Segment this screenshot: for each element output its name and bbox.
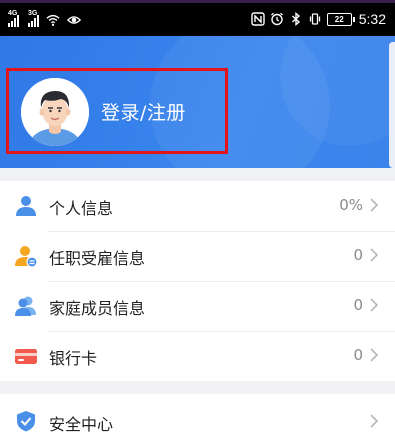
signal-strength-icon-2: 3G — [28, 10, 39, 27]
list-item-label: 银行卡 — [49, 349, 98, 368]
list-item-value: 0% — [339, 196, 363, 214]
default-avatar-icon — [21, 78, 89, 146]
eye-icon — [66, 16, 82, 24]
chevron-right-icon — [370, 198, 379, 212]
list-item-label: 安全中心 — [49, 415, 114, 434]
list-item-label: 家庭成员信息 — [49, 299, 146, 318]
list-item-family-info[interactable]: 家庭成员信息 0 — [0, 281, 395, 331]
list-item-personal-info[interactable]: 个人信息 0% — [0, 181, 395, 231]
list-item-value: 0 — [353, 246, 363, 264]
status-bar: 4G 3G 22 5:32 — [0, 0, 395, 36]
vibrate-icon — [309, 13, 320, 25]
family-icon — [15, 296, 36, 316]
chevron-right-icon — [370, 414, 379, 428]
bank-card-icon — [15, 349, 37, 364]
battery-level: 22 — [334, 14, 344, 24]
list-item-label: 任职受雇信息 — [49, 249, 146, 268]
wifi-icon — [46, 14, 60, 26]
profile-header: 登录/注册 — [0, 36, 395, 168]
status-bar-left: 4G 3G — [8, 10, 82, 27]
shield-icon — [17, 411, 35, 432]
employment-icon — [15, 246, 37, 267]
mobile-screen: 4G 3G 22 5:32 登录/注册 个人信息 0% 任职受雇信息 0 家庭成… — [0, 0, 395, 447]
security-section: 安全中心 — [0, 394, 395, 447]
nfc-icon — [251, 12, 265, 26]
alarm-icon — [270, 12, 283, 26]
bluetooth-icon — [291, 12, 300, 26]
chevron-right-icon — [370, 248, 379, 262]
person-icon — [16, 196, 36, 216]
signal-tag-1: 4G — [8, 10, 18, 17]
list-item-bank-card[interactable]: 银行卡 0 — [0, 331, 395, 381]
battery-icon: 22 — [326, 12, 355, 26]
signal-tag-2: 3G — [28, 10, 38, 17]
info-list: 个人信息 0% 任职受雇信息 0 家庭成员信息 0 银行卡 0 — [0, 181, 395, 381]
status-bar-right: 22 5:32 — [251, 10, 386, 28]
section-divider — [0, 168, 395, 181]
list-item-security-center[interactable]: 安全中心 — [0, 394, 395, 447]
status-bar-top-strip — [0, 0, 395, 3]
list-item-value: 0 — [353, 346, 363, 364]
login-register-label: 登录/注册 — [101, 102, 186, 124]
clock: 5:32 — [358, 11, 386, 27]
login-register-button[interactable]: 登录/注册 — [6, 68, 228, 154]
header-edge-tab — [389, 42, 395, 168]
list-item-employment-info[interactable]: 任职受雇信息 0 — [0, 231, 395, 281]
signal-strength-icon-1: 4G — [8, 10, 19, 27]
chevron-right-icon — [370, 348, 379, 362]
chevron-right-icon — [370, 298, 379, 312]
avatar — [21, 78, 89, 146]
list-item-label: 个人信息 — [49, 199, 114, 218]
list-item-value: 0 — [353, 296, 363, 314]
